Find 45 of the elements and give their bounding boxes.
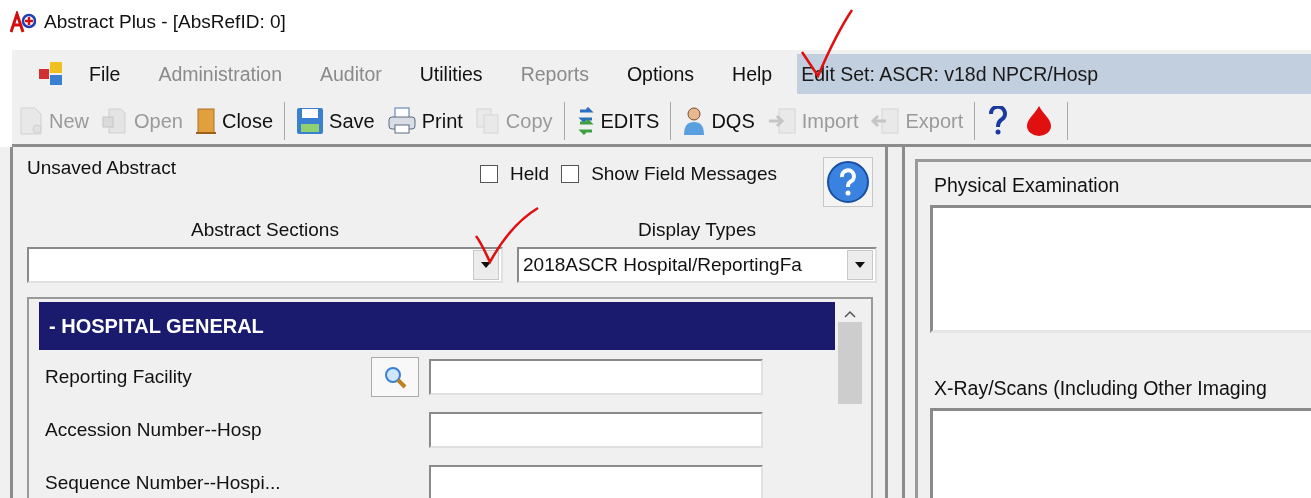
help-icon[interactable] [988,106,1009,136]
menu-item[interactable]: Options [607,62,714,86]
display-types-dropdown[interactable]: 2018ASCR Hospital/ReportingFa [517,247,877,283]
app-logo-icon [10,11,36,33]
menu-item[interactable]: Utilities [400,62,502,86]
toolbar-button[interactable]: Print [380,101,469,141]
field-label: Accession Number--Hosp [44,418,263,441]
section-title: - HOSPITAL GENERAL [49,314,264,338]
display-types-label: Display Types [637,219,757,241]
sections-dropdown[interactable] [27,247,503,283]
window-title: Abstract Plus - [AbsRefID: 0] [44,11,286,33]
toolbar-button[interactable]: Save [290,101,381,141]
checkbox[interactable] [561,165,580,183]
sections-label: Abstract Sections [190,219,340,241]
checkbox[interactable] [480,165,499,183]
printer-icon [386,107,417,135]
toolbar-button[interactable]: Close [188,101,280,141]
input-field[interactable] [429,358,763,395]
note-label: X-Ray/Scans (Including Other Imaging [934,377,1268,400]
note-text-area[interactable] [930,205,1311,333]
note-label: Physical Examination [934,174,1121,197]
checkbox-label: Show Field Messages [591,163,777,185]
export-icon [870,107,901,135]
scroll-up-icon[interactable] [844,310,856,318]
menu-item[interactable]: File [70,62,140,86]
note-text-area[interactable] [930,408,1311,498]
import-icon [766,107,797,135]
checkbox-label: Held [510,163,550,185]
search-icon [383,364,407,389]
input-field[interactable] [429,411,763,448]
help-button[interactable] [823,157,873,207]
window-menu-icon[interactable] [38,61,64,87]
door-icon [194,107,217,135]
toolbar-button[interactable]: EDITS [569,101,666,141]
abstract-status: Unsaved Abstract [27,157,176,179]
toolbar-button[interactable]: DQS [676,101,761,141]
document-icon [18,107,44,135]
input-field[interactable] [429,464,763,498]
menu-item[interactable]: Help [713,62,792,86]
lookup-button[interactable] [371,356,419,397]
person-icon [682,106,707,136]
field-label: Reporting Facility [44,365,193,388]
field-label: Sequence Number--Hospi... [44,471,282,494]
caret-icon [855,262,865,268]
caret-icon [481,262,491,268]
